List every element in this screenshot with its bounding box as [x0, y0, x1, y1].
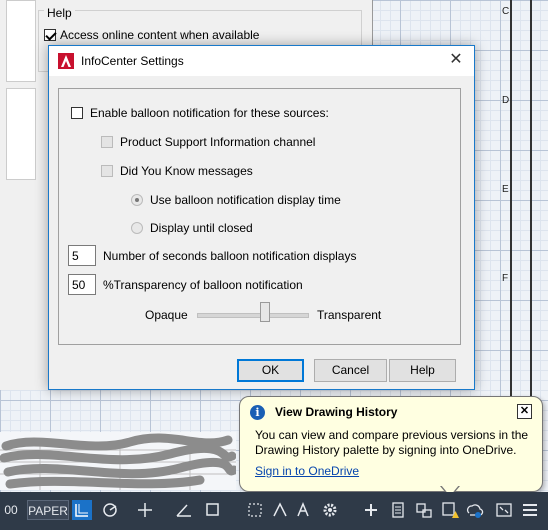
object-snap-icon[interactable] — [203, 500, 223, 520]
customization-menu-icon[interactable] — [520, 500, 540, 520]
product-support-checkbox[interactable] — [101, 136, 113, 148]
selection-cycling-icon[interactable] — [245, 500, 265, 520]
transparency-slider-thumb[interactable] — [260, 302, 270, 322]
ok-button[interactable]: OK — [237, 359, 304, 382]
auto-scale-icon[interactable] — [293, 500, 313, 520]
autocad-logo-icon — [58, 53, 74, 69]
access-online-checkbox[interactable] — [44, 29, 56, 41]
ruler-letter-f: F — [502, 273, 509, 284]
help-group-label: Help — [44, 6, 75, 20]
object-snap-tracking-icon[interactable] — [135, 500, 155, 520]
transparent-label: Transparent — [317, 308, 382, 322]
info-icon: i — [250, 405, 265, 420]
dialog-title: InfoCenter Settings — [81, 54, 184, 68]
status-bar: 00 PAPER — [0, 492, 548, 530]
enable-balloon-checkbox[interactable] — [71, 107, 83, 119]
product-support-label: Product Support Information channel — [120, 135, 316, 149]
cloud-sync-icon[interactable] — [464, 500, 484, 520]
workspace-gear-icon[interactable] — [320, 500, 340, 520]
display-until-closed-row[interactable]: Display until closed — [131, 221, 253, 235]
zoom-readout[interactable]: 00 — [0, 500, 22, 520]
transparency-input[interactable]: 50 — [68, 274, 96, 295]
transparency-row: 50 %Transparency of balloon notification — [68, 274, 303, 295]
use-balloon-time-radio[interactable] — [131, 194, 143, 206]
transparency-slider-track[interactable] — [197, 313, 309, 318]
enable-balloon-label: Enable balloon notification for these so… — [90, 106, 329, 120]
seconds-row: 5 Number of seconds balloon notification… — [68, 245, 356, 266]
options-panel-left — [6, 0, 36, 82]
seconds-label: Number of seconds balloon notification d… — [103, 248, 357, 263]
product-support-row[interactable]: Product Support Information channel — [101, 135, 315, 149]
drawing-history-balloon: i View Drawing History ✕ You can view an… — [239, 396, 543, 492]
ruler-letter-d: D — [502, 95, 510, 106]
did-you-know-label: Did You Know messages — [120, 164, 253, 178]
enable-balloon-row[interactable]: Enable balloon notification for these so… — [71, 106, 329, 120]
balloon-body: You can view and compare previous versio… — [255, 428, 529, 457]
annotation-monitor-plus-icon[interactable] — [361, 500, 381, 520]
polar-tracking-icon[interactable] — [100, 500, 120, 520]
did-you-know-row[interactable]: Did You Know messages — [101, 164, 253, 178]
display-until-closed-radio[interactable] — [131, 222, 143, 234]
isodraft-icon[interactable] — [174, 500, 194, 520]
drawing-history-warning-icon[interactable] — [440, 500, 460, 520]
ruler-letter-c: C — [502, 6, 510, 17]
redacted-scribble — [0, 432, 236, 490]
infocenter-settings-dialog: InfoCenter Settings ✕ Enable balloon not… — [48, 45, 475, 390]
help-button[interactable]: Help — [389, 359, 456, 382]
did-you-know-checkbox[interactable] — [101, 165, 113, 177]
options-panel-left-lower — [6, 88, 36, 180]
ruler-letter-e: E — [502, 184, 509, 195]
sign-in-onedrive-link[interactable]: Sign in to OneDrive — [255, 464, 359, 478]
grid-icon[interactable] — [72, 500, 92, 520]
annotation-visibility-icon[interactable] — [270, 500, 290, 520]
access-online-label: Access online content when available — [60, 28, 260, 42]
fullscreen-icon[interactable] — [494, 500, 514, 520]
use-balloon-time-label: Use balloon notification display time — [150, 193, 341, 207]
dialog-titlebar[interactable]: InfoCenter Settings ✕ — [49, 46, 474, 76]
balloon-title: View Drawing History — [275, 405, 398, 419]
balloon-close-icon[interactable]: ✕ — [517, 404, 532, 419]
use-balloon-time-row[interactable]: Use balloon notification display time — [131, 193, 341, 207]
opaque-label: Opaque — [145, 308, 188, 322]
paper-space-toggle[interactable]: PAPER — [27, 500, 69, 520]
display-until-closed-label: Display until closed — [150, 221, 253, 235]
close-icon[interactable]: ✕ — [448, 52, 464, 68]
cancel-button[interactable]: Cancel — [314, 359, 387, 382]
seconds-input[interactable]: 5 — [68, 245, 96, 266]
quick-properties-icon[interactable] — [414, 500, 434, 520]
access-online-row[interactable]: Access online content when available — [44, 28, 259, 42]
transparency-label: %Transparency of balloon notification — [103, 277, 303, 292]
units-icon[interactable] — [388, 500, 408, 520]
